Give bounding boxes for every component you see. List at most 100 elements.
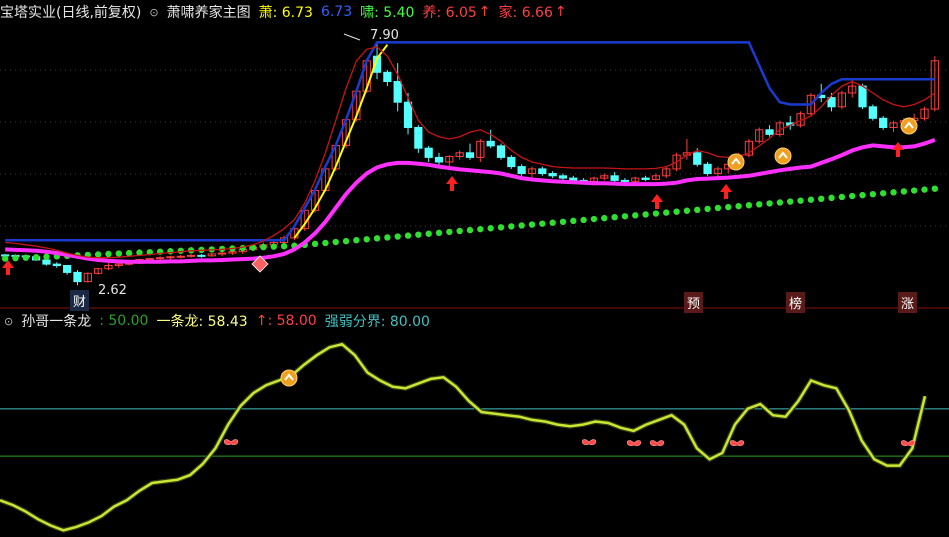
support-dot [404, 232, 412, 239]
candle-body [63, 265, 72, 273]
support-dot [776, 199, 784, 206]
support-dot [601, 214, 608, 222]
butterfly-icon [581, 439, 597, 446]
butterfly-icon [626, 440, 642, 447]
support-dot [280, 242, 288, 250]
badge-yu: 预 [684, 292, 704, 313]
support-dot [714, 204, 722, 212]
candle-body [155, 257, 165, 260]
support-dot [322, 239, 329, 247]
candle-body [186, 254, 196, 257]
signal-chevron-icon [727, 153, 745, 171]
candle-body [217, 252, 227, 255]
arrow-up-icon [892, 142, 904, 157]
support-dot [260, 243, 267, 251]
support-dot [735, 202, 742, 210]
support-dot [580, 216, 587, 224]
support-dot [590, 215, 598, 223]
support-dot [549, 219, 556, 226]
candle-body [548, 173, 557, 177]
support-dot [22, 254, 30, 261]
badge-cai: 财 [70, 290, 90, 311]
series-line-yitiaolong [0, 342, 927, 532]
support-dot [425, 230, 432, 237]
support-dot [704, 205, 711, 213]
candle-body [569, 177, 578, 181]
high-pointer [343, 33, 361, 41]
support-dot [673, 208, 680, 215]
support-dot [611, 214, 618, 221]
support-dot [910, 187, 918, 194]
support-dot [12, 254, 19, 262]
series-line-萧 [293, 44, 389, 239]
series-line-blue [5, 41, 935, 242]
support-dot [570, 217, 577, 225]
arrow-up-icon [651, 194, 663, 209]
candle-body [496, 145, 506, 158]
support-dot [115, 250, 122, 257]
signal-chevron-icon [900, 117, 918, 135]
support-dot [332, 238, 339, 246]
candle-body [610, 175, 619, 181]
support-dot [363, 236, 370, 243]
support-dot [32, 254, 40, 261]
support-dot [766, 200, 773, 207]
support-dot [415, 231, 422, 238]
support-dot [879, 190, 887, 197]
arrow-up-icon [720, 184, 732, 199]
candle-body [517, 166, 526, 175]
candle-body [641, 177, 650, 180]
stock-chart-window: 宝塔实业(日线,前复权) ⊙ 萧啸养家主图 萧: 6.73 6.73 啸: 5.… [0, 0, 949, 537]
candle-body [693, 152, 702, 165]
candle-body [868, 106, 877, 119]
price-chart[interactable] [0, 0, 949, 537]
support-dot [125, 249, 133, 257]
support-dot [466, 226, 474, 234]
support-dot [270, 243, 277, 250]
candle-body [879, 117, 888, 129]
candle-body [166, 256, 175, 259]
support-dot [663, 209, 670, 216]
support-dot [394, 233, 401, 240]
candle-body [176, 255, 185, 258]
candle-body [414, 127, 423, 149]
candle-body [703, 163, 712, 175]
support-dot [456, 227, 463, 235]
butterfly-icon [729, 440, 745, 447]
support-dot [900, 188, 908, 195]
candle-body [507, 156, 516, 168]
signal-chevron-icon [280, 369, 298, 387]
support-dot [652, 210, 660, 217]
support-dot [353, 237, 360, 244]
candle-body [403, 101, 413, 128]
low-price-label: 2.62 [98, 283, 127, 298]
butterfly-icon [649, 440, 665, 447]
support-dot [487, 225, 494, 232]
support-dot [528, 221, 536, 228]
candle-body [42, 259, 51, 265]
candle-body [558, 175, 568, 179]
candle-body [73, 271, 82, 283]
support-dot [921, 186, 928, 193]
support-dot [518, 222, 525, 229]
support-dot [446, 228, 453, 236]
support-dot [508, 223, 515, 230]
candle-body [620, 179, 630, 182]
candle-body [858, 85, 867, 108]
support-dot [559, 218, 567, 225]
signal-chevron-icon [774, 147, 792, 165]
support-dot [94, 251, 102, 258]
support-dot [848, 192, 856, 200]
candle-body [52, 263, 61, 266]
candle-body [393, 81, 402, 103]
arrow-up-icon [2, 260, 14, 275]
high-price-label: 7.90 [370, 28, 399, 43]
support-dot [435, 229, 443, 237]
candle-body [434, 156, 444, 163]
support-dot [642, 211, 649, 218]
support-dot [167, 248, 174, 255]
support-dot [756, 201, 763, 208]
candle-body [765, 129, 774, 135]
support-dot [539, 220, 546, 227]
support-dot [818, 195, 825, 202]
